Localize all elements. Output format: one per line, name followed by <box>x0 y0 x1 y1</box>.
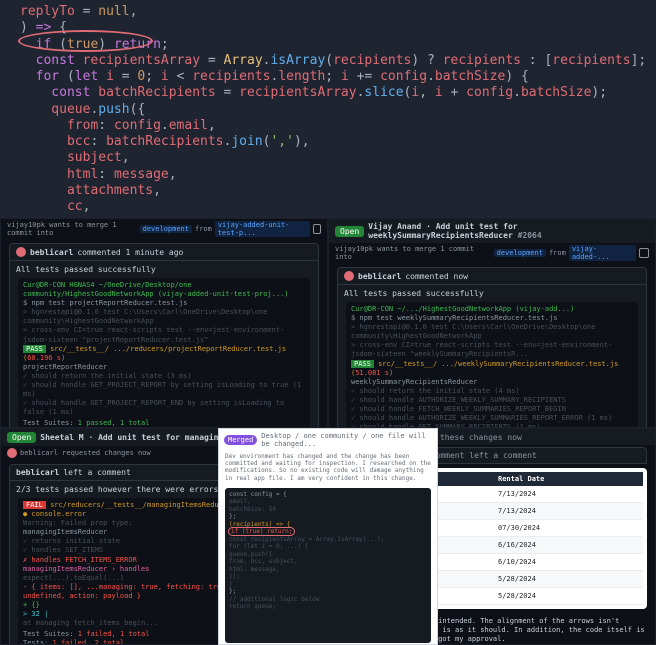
commenter-name[interactable]: beblicarl <box>358 272 401 281</box>
req-changes-text: beblicarl requested changes now <box>20 449 151 457</box>
avatar[interactable] <box>344 271 354 281</box>
code-editor[interactable]: replyTo = null, ) => { if (true) return;… <box>0 0 656 218</box>
code-line: cc, <box>20 199 648 215</box>
code-line: attachments, <box>20 183 648 199</box>
commenter-name[interactable]: beblicarl <box>30 248 73 257</box>
branch-to[interactable]: development <box>140 225 192 233</box>
pass-badge: PASS <box>351 360 374 368</box>
copy-icon[interactable] <box>313 224 321 234</box>
open-badge: Open <box>335 226 364 237</box>
pr-header: Open Vijay Anand · Add unit test for wee… <box>329 219 655 243</box>
code-line: const batchRecipients = recipientsArray.… <box>20 85 648 101</box>
comment-time: commented now <box>405 272 468 281</box>
copy-icon[interactable] <box>639 248 649 258</box>
comment-meta: left a comment <box>63 468 130 477</box>
diff-code: const config = { email, batchSize: 50 };… <box>225 488 431 643</box>
avatar[interactable] <box>16 247 26 257</box>
fail-badge: FAIL <box>23 501 46 509</box>
terminal-output: Cur@DR-CON HGNAS4 ~/OneDrive/Desktop/one… <box>18 278 310 428</box>
breadcrumb[interactable]: Desktop / one community / one file will … <box>261 432 432 448</box>
code-line: const recipientsArray = Array.isArray(re… <box>20 53 648 69</box>
pw-header: Merged Desktop / one community / one fil… <box>219 429 437 451</box>
comment-box: beblicarl commented 1 minute ago All tes… <box>9 243 319 428</box>
code-line: bcc: batchRecipients.join(','), <box>20 134 648 150</box>
code-line: ) => { <box>20 20 648 36</box>
merged-badge: Merged <box>224 435 257 445</box>
comment-body: All tests passed successfully <box>338 285 646 302</box>
open-badge: Open <box>7 432 36 443</box>
pass-badge: PASS <box>23 345 46 353</box>
merge-bar: vijay10pk wants to merge 1 commit into d… <box>329 243 655 263</box>
terminal-output: Cur@DR-CON ~/.../HighestGoodNetworkApp (… <box>346 302 638 428</box>
merge-bar: vijay10pk wants to merge 1 commit into d… <box>1 219 327 239</box>
pr-thumbnail-1[interactable]: vijay10pk wants to merge 1 commit into d… <box>0 218 328 428</box>
circled-diff-line: if (true) return; <box>229 528 294 535</box>
code-line: if (true) return; <box>20 37 648 53</box>
code-line: from: config.email, <box>20 118 648 134</box>
avatar[interactable] <box>7 448 17 458</box>
code-line: replyTo = null, <box>20 4 648 20</box>
pr-description: Dev environment has changed and the chan… <box>219 451 437 486</box>
code-line: subject, <box>20 150 648 166</box>
branch-from[interactable]: vijay-added-unit-test-p... <box>215 221 310 237</box>
commenter-name[interactable]: beblicarl <box>16 468 59 477</box>
comment-body: All tests passed successfully <box>10 261 318 278</box>
pr-thumbnail-5-overlay[interactable]: Merged Desktop / one community / one fil… <box>218 428 438 645</box>
col-header-rental-date[interactable]: Rental Date <box>492 472 643 486</box>
branch-from[interactable]: vijay-added-... <box>569 245 636 261</box>
comment-header: beblicarl commented now <box>338 268 646 285</box>
branch-to[interactable]: development <box>494 249 546 257</box>
comment-box: beblicarl commented now All tests passed… <box>337 267 647 428</box>
code-line: for (let i = 0; i < recipients.length; i… <box>20 69 648 85</box>
code-line: html: message, <box>20 167 648 183</box>
code-line: queue.push({ <box>20 102 648 118</box>
pr-thumbnail-2[interactable]: Open Vijay Anand · Add unit test for wee… <box>328 218 656 428</box>
comment-header: beblicarl commented 1 minute ago <box>10 244 318 261</box>
pr-title[interactable]: Vijay Anand · Add unit test for weeklySu… <box>368 222 649 240</box>
comment-time: commented 1 minute ago <box>77 248 183 257</box>
merge-text: vijay10pk wants to merge 1 commit into <box>7 221 137 237</box>
